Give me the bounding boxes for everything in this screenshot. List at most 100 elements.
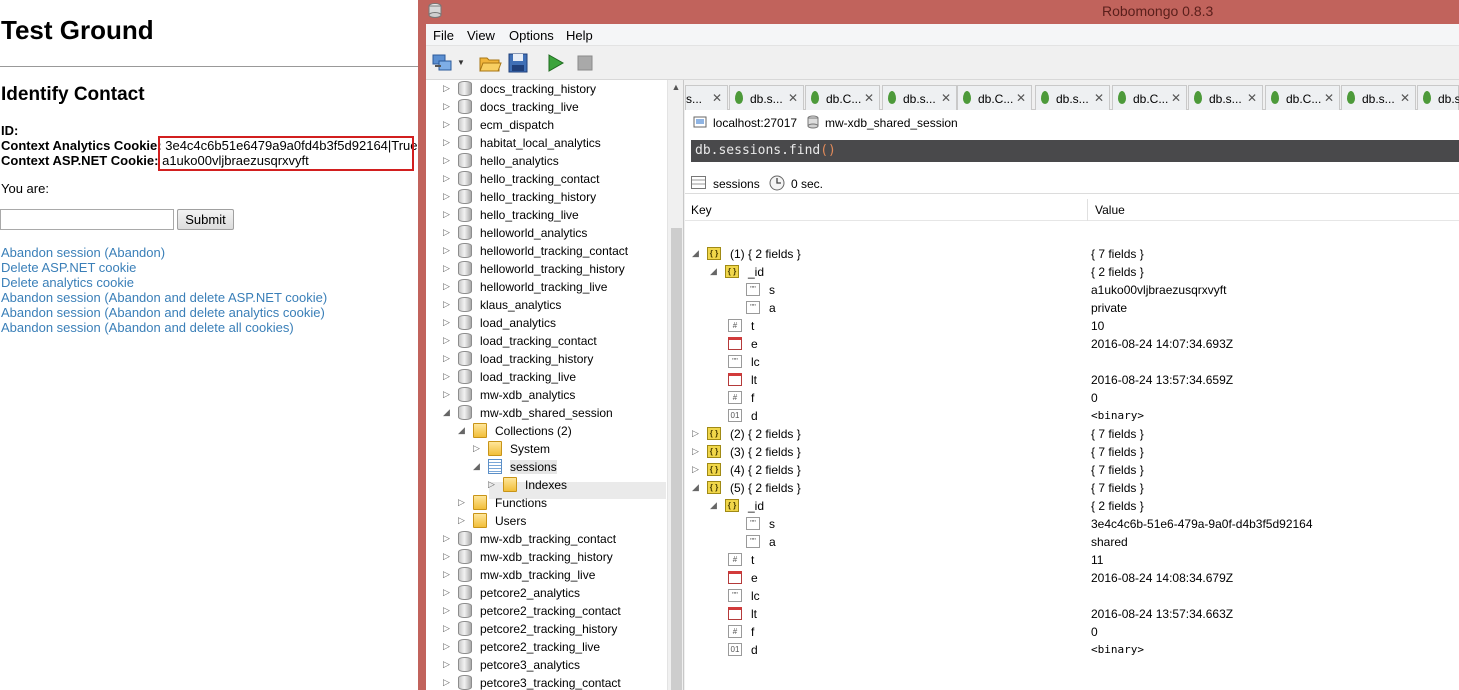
tree-item[interactable]: ▷ mw-xdb_analytics (426, 386, 666, 404)
result-row[interactable]: "" s 3e4c4c6b-51e6-479a-9a0f-d4b3f5d92164 (685, 515, 1459, 533)
result-row[interactable]: 01 d <binary> (685, 641, 1459, 659)
expand-arrow-icon[interactable]: ▷ (443, 533, 453, 544)
close-tab-icon[interactable]: ✕ (1094, 91, 1104, 105)
expand-arrow-icon[interactable]: ▷ (443, 263, 453, 274)
menu-file[interactable]: File (433, 28, 454, 43)
result-row[interactable]: "" a private (685, 299, 1459, 317)
expand-arrow-icon[interactable]: ▷ (443, 119, 453, 130)
query-tab[interactable]: db.s... ✕ (882, 85, 957, 110)
abandon-session-link[interactable]: Abandon session (Abandon) (1, 245, 165, 260)
tree-item[interactable]: ▷ petcore2_tracking_live (426, 638, 666, 656)
expand-arrow-icon[interactable]: ▷ (443, 353, 453, 364)
expand-arrow-icon[interactable]: ▷ (692, 428, 699, 439)
result-row[interactable]: ▷ { } (4) { 2 fields } { 7 fields } (685, 461, 1459, 479)
expand-arrow-icon[interactable]: ▷ (443, 101, 453, 112)
query-tab[interactable]: db.s... ✕ (1341, 85, 1416, 110)
tree-item[interactable]: ▷ load_tracking_history (426, 350, 666, 368)
tree-item[interactable]: ▷ petcore3_tracking_contact (426, 674, 666, 690)
title-bar[interactable]: Robomongo 0.8.3 (418, 0, 1459, 24)
menu-options[interactable]: Options (509, 28, 554, 43)
tree-item[interactable]: ◢ mw-xdb_shared_session (426, 404, 666, 422)
query-editor[interactable]: db.sessions.find() (691, 140, 1459, 162)
expand-arrow-icon[interactable]: ▷ (443, 191, 453, 202)
delete-aspnet-cookie-link[interactable]: Delete ASP.NET cookie (1, 260, 136, 275)
collapse-arrow-icon[interactable]: ◢ (458, 425, 468, 436)
tree-item[interactable]: ▷ mw-xdb_tracking_contact (426, 530, 666, 548)
expand-arrow-icon[interactable]: ▷ (443, 623, 453, 634)
close-tab-icon[interactable]: ✕ (941, 91, 951, 105)
collapse-arrow-icon[interactable]: ◢ (692, 482, 699, 493)
menu-view[interactable]: View (467, 28, 495, 43)
explorer-scrollbar[interactable]: ▲ (667, 80, 683, 690)
result-row[interactable]: "" a shared (685, 533, 1459, 551)
tree-item[interactable]: ◢ Collections (2) (426, 422, 666, 440)
close-tab-icon[interactable]: ✕ (1400, 91, 1410, 105)
query-tab[interactable]: db.s... ✕ (729, 85, 804, 110)
connect-dropdown-icon[interactable]: ▼ (457, 58, 465, 67)
menu-help[interactable]: Help (566, 28, 593, 43)
tree-item[interactable]: ▷ Functions (426, 494, 666, 512)
result-row[interactable]: # t 10 (685, 317, 1459, 335)
result-row[interactable]: ◢ { } _id { 2 fields } (685, 497, 1459, 515)
close-tab-icon[interactable]: ✕ (1247, 91, 1257, 105)
close-tab-icon[interactable]: ✕ (1171, 91, 1181, 105)
tree-item[interactable]: ▷ Users (426, 512, 666, 530)
result-row[interactable]: ◢ { } (5) { 2 fields } { 7 fields } (685, 479, 1459, 497)
result-row[interactable]: 01 d <binary> (685, 407, 1459, 425)
expand-arrow-icon[interactable]: ▷ (458, 497, 468, 508)
tree-item[interactable]: ▷ petcore2_tracking_history (426, 620, 666, 638)
tree-item[interactable]: ▷ mw-xdb_tracking_history (426, 548, 666, 566)
expand-arrow-icon[interactable]: ▷ (473, 443, 483, 454)
tree-item[interactable]: ▷ petcore2_analytics (426, 584, 666, 602)
tree-item[interactable]: ▷ docs_tracking_history (426, 80, 666, 98)
result-row[interactable]: lt 2016-08-24 13:57:34.659Z (685, 371, 1459, 389)
expand-arrow-icon[interactable]: ▷ (443, 281, 453, 292)
key-column-header[interactable]: Key (691, 203, 712, 217)
expand-arrow-icon[interactable]: ▷ (443, 389, 453, 400)
expand-arrow-icon[interactable]: ▷ (443, 245, 453, 256)
collapse-arrow-icon[interactable]: ◢ (710, 500, 717, 511)
delete-analytics-cookie-link[interactable]: Delete analytics cookie (1, 275, 134, 290)
tree-item[interactable]: ▷ load_tracking_live (426, 368, 666, 386)
tree-item[interactable]: ▷ helloworld_tracking_live (426, 278, 666, 296)
result-row[interactable]: # f 0 (685, 389, 1459, 407)
result-row[interactable]: e 2016-08-24 14:07:34.693Z (685, 335, 1459, 353)
result-row[interactable]: "" lc (685, 353, 1459, 371)
result-row[interactable]: ◢ { } (1) { 2 fields } { 7 fields } (685, 245, 1459, 263)
tree-item[interactable]: ▷ docs_tracking_live (426, 98, 666, 116)
tree-item[interactable]: ▷ helloworld_tracking_history (426, 260, 666, 278)
tree-item[interactable]: ◢ sessions (426, 458, 666, 476)
execute-icon[interactable] (543, 51, 567, 75)
query-tab[interactable]: s... ✕ (685, 85, 728, 110)
expand-arrow-icon[interactable]: ▷ (692, 446, 699, 457)
collapse-arrow-icon[interactable]: ◢ (692, 248, 699, 259)
expand-arrow-icon[interactable]: ▷ (443, 605, 453, 616)
expand-arrow-icon[interactable]: ▷ (443, 371, 453, 382)
scroll-up-icon[interactable]: ▲ (668, 82, 683, 92)
close-tab-icon[interactable]: ✕ (788, 91, 798, 105)
abandon-delete-analytics-link[interactable]: Abandon session (Abandon and delete anal… (1, 305, 325, 320)
expand-arrow-icon[interactable]: ▷ (443, 299, 453, 310)
value-column-header[interactable]: Value (1095, 203, 1125, 217)
tree-item[interactable]: ▷ petcore2_tracking_contact (426, 602, 666, 620)
expand-arrow-icon[interactable]: ▷ (443, 551, 453, 562)
tree-item[interactable]: ▷ klaus_analytics (426, 296, 666, 314)
expand-arrow-icon[interactable]: ▷ (458, 515, 468, 526)
collapse-arrow-icon[interactable]: ◢ (473, 461, 483, 472)
expand-arrow-icon[interactable]: ▷ (443, 335, 453, 346)
query-tab[interactable]: db.C... ✕ (805, 85, 880, 110)
stop-icon[interactable] (573, 51, 597, 75)
tree-item[interactable]: ▷ mw-xdb_tracking_live (426, 566, 666, 584)
close-tab-icon[interactable]: ✕ (864, 91, 874, 105)
result-row[interactable]: "" lc (685, 587, 1459, 605)
expand-arrow-icon[interactable]: ▷ (443, 569, 453, 580)
tree-item[interactable]: ▷ load_analytics (426, 314, 666, 332)
collapse-arrow-icon[interactable]: ◢ (710, 266, 717, 277)
expand-arrow-icon[interactable]: ▷ (443, 83, 453, 94)
scrollbar-thumb[interactable] (671, 228, 682, 690)
query-tab[interactable]: db.C... ✕ (1112, 85, 1187, 110)
query-tab[interactable]: db.s... (1417, 85, 1459, 110)
abandon-delete-aspnet-link[interactable]: Abandon session (Abandon and delete ASP.… (1, 290, 327, 305)
close-tab-icon[interactable]: ✕ (712, 91, 722, 105)
result-row[interactable]: ▷ { } (3) { 2 fields } { 7 fields } (685, 443, 1459, 461)
